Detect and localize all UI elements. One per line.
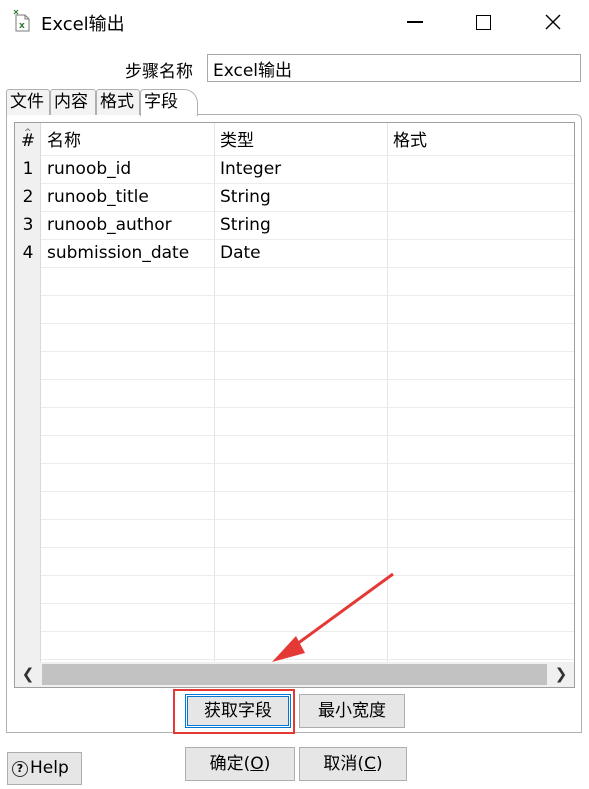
- fields-table[interactable]: ^ # 名称 类型 格式 1 runoob_id Integer 2 runoo…: [14, 122, 575, 688]
- horizontal-scrollbar[interactable]: ❮ ❯: [15, 662, 574, 687]
- window-title: Excel输出: [41, 14, 125, 35]
- field-name-cell[interactable]: submission_date: [41, 239, 214, 267]
- header-name[interactable]: 名称: [41, 127, 214, 155]
- cancel-label-end: ): [375, 754, 383, 774]
- header-index[interactable]: #: [15, 127, 41, 155]
- annotation-highlight-box: [173, 689, 295, 734]
- help-icon: ?: [12, 761, 28, 777]
- title-bar: x Excel输出: [0, 0, 589, 44]
- table-header: ^ # 名称 类型 格式: [15, 127, 574, 155]
- table-row[interactable]: 4 submission_date Date: [15, 239, 574, 267]
- row-divider: [41, 323, 574, 324]
- row-divider: [41, 631, 574, 632]
- row-index: 4: [22, 243, 34, 263]
- row-index: 2: [22, 187, 34, 207]
- field-name-cell[interactable]: runoob_author: [41, 211, 214, 239]
- field-type-cell[interactable]: Date: [214, 239, 387, 267]
- close-button[interactable]: [530, 0, 576, 44]
- row-divider: [41, 519, 574, 520]
- row-divider: [41, 603, 574, 604]
- ok-label: 确定(: [209, 754, 251, 774]
- table-row[interactable]: 3 runoob_author String: [15, 211, 574, 239]
- help-label: Help: [30, 758, 69, 778]
- row-divider: [41, 407, 574, 408]
- excel-output-icon: x: [13, 9, 30, 32]
- row-divider: [41, 435, 574, 436]
- table-row[interactable]: 2 runoob_title String: [15, 183, 574, 211]
- close-icon: [545, 14, 561, 30]
- field-type-cell[interactable]: Integer: [214, 155, 387, 183]
- step-name-input[interactable]: [207, 54, 581, 82]
- help-button[interactable]: ? Help: [7, 752, 82, 785]
- tab-fields[interactable]: 字段: [140, 89, 198, 116]
- table-row[interactable]: 1 runoob_id Integer: [15, 155, 574, 183]
- ok-shortcut: O: [250, 754, 264, 774]
- field-format-cell[interactable]: [387, 155, 574, 183]
- cancel-label: 取消(: [323, 754, 365, 774]
- cancel-button[interactable]: 取消(C): [299, 747, 407, 781]
- tab-content[interactable]: 内容: [50, 89, 96, 115]
- scroll-right-icon[interactable]: ❯: [548, 662, 574, 687]
- minimize-button[interactable]: [392, 0, 438, 44]
- step-name-label: 步骤名称: [125, 62, 193, 82]
- field-type-cell[interactable]: String: [214, 183, 387, 211]
- tab-file[interactable]: 文件: [6, 89, 50, 115]
- ok-label-end: ): [263, 754, 271, 774]
- maximize-icon: [475, 14, 491, 30]
- ok-button[interactable]: 确定(O): [185, 747, 295, 781]
- row-divider: [41, 351, 574, 352]
- row-divider: [41, 547, 574, 548]
- row-index: 3: [22, 215, 34, 235]
- tab-format[interactable]: 格式: [96, 89, 140, 115]
- row-divider: [41, 267, 574, 268]
- scroll-left-icon[interactable]: ❮: [15, 662, 41, 687]
- field-name-cell[interactable]: runoob_title: [41, 183, 214, 211]
- row-divider: [41, 491, 574, 492]
- header-type[interactable]: 类型: [214, 127, 387, 155]
- min-width-button[interactable]: 最小宽度: [299, 694, 405, 728]
- header-format[interactable]: 格式: [387, 127, 574, 155]
- field-format-cell[interactable]: [387, 211, 574, 239]
- row-divider: [41, 659, 574, 660]
- minimize-icon: [407, 21, 423, 23]
- scrollbar-thumb[interactable]: [42, 664, 547, 685]
- field-name-cell[interactable]: runoob_id: [41, 155, 214, 183]
- maximize-button[interactable]: [460, 0, 506, 44]
- row-index: 1: [22, 159, 34, 179]
- row-divider: [41, 379, 574, 380]
- field-format-cell[interactable]: [387, 239, 574, 267]
- cancel-shortcut: C: [364, 754, 376, 774]
- svg-text:x: x: [19, 21, 25, 31]
- row-divider: [41, 575, 574, 576]
- row-divider: [41, 295, 574, 296]
- row-divider: [41, 463, 574, 464]
- field-format-cell[interactable]: [387, 183, 574, 211]
- field-type-cell[interactable]: String: [214, 211, 387, 239]
